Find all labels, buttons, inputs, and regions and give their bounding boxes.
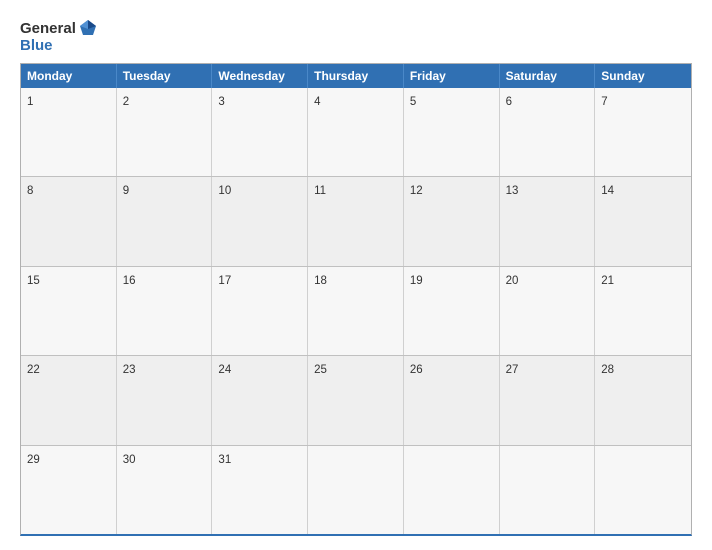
day-number: 7 [601,96,607,108]
day-number: 16 [123,275,136,287]
day-cell-24: 24 [212,356,308,444]
day-number: 26 [410,364,423,376]
header-day-monday: Monday [21,64,117,88]
day-cell-21: 21 [595,267,691,355]
logo-blue-text: Blue [20,38,53,53]
day-cell-3: 3 [212,88,308,176]
day-number: 3 [218,96,224,108]
day-cell-28: 28 [595,356,691,444]
day-cell-17: 17 [212,267,308,355]
day-number: 2 [123,96,129,108]
day-number: 30 [123,454,136,466]
day-number: 18 [314,275,327,287]
calendar-grid: MondayTuesdayWednesdayThursdayFridaySatu… [20,63,692,536]
empty-cell [308,446,404,534]
day-cell-1: 1 [21,88,117,176]
day-cell-12: 12 [404,177,500,265]
logo-general-text: General [20,21,76,36]
calendar-header: MondayTuesdayWednesdayThursdayFridaySatu… [21,64,691,88]
day-number: 10 [218,185,231,197]
day-number: 17 [218,275,231,287]
day-cell-7: 7 [595,88,691,176]
day-cell-8: 8 [21,177,117,265]
day-number: 14 [601,185,614,197]
day-cell-14: 14 [595,177,691,265]
day-number: 22 [27,364,40,376]
day-cell-25: 25 [308,356,404,444]
day-cell-30: 30 [117,446,213,534]
day-cell-27: 27 [500,356,596,444]
day-number: 1 [27,96,33,108]
day-cell-6: 6 [500,88,596,176]
day-number: 29 [27,454,40,466]
day-cell-18: 18 [308,267,404,355]
calendar-week-4: 22 23 24 25 26 27 28 [21,355,691,444]
day-cell-22: 22 [21,356,117,444]
page-header: General Blue [20,18,692,53]
calendar-week-5: 29 30 31 [21,445,691,534]
header-day-wednesday: Wednesday [212,64,308,88]
day-number: 23 [123,364,136,376]
day-cell-16: 16 [117,267,213,355]
day-cell-2: 2 [117,88,213,176]
day-cell-29: 29 [21,446,117,534]
day-cell-9: 9 [117,177,213,265]
header-day-saturday: Saturday [500,64,596,88]
calendar-page: General Blue MondayTuesdayWednesdayThurs… [0,0,712,550]
day-number: 5 [410,96,416,108]
day-number: 31 [218,454,231,466]
day-number: 11 [314,185,326,197]
day-cell-5: 5 [404,88,500,176]
empty-cell [404,446,500,534]
empty-cell [595,446,691,534]
day-cell-26: 26 [404,356,500,444]
header-day-thursday: Thursday [308,64,404,88]
day-cell-15: 15 [21,267,117,355]
day-cell-31: 31 [212,446,308,534]
day-cell-23: 23 [117,356,213,444]
calendar-week-3: 15 16 17 18 19 20 21 [21,266,691,355]
day-cell-4: 4 [308,88,404,176]
day-number: 28 [601,364,614,376]
day-number: 19 [410,275,423,287]
calendar-week-2: 8 9 10 11 12 13 14 [21,176,691,265]
day-cell-11: 11 [308,177,404,265]
day-number: 4 [314,96,320,108]
header-day-sunday: Sunday [595,64,691,88]
day-number: 13 [506,185,519,197]
day-number: 20 [506,275,519,287]
day-cell-19: 19 [404,267,500,355]
day-number: 8 [27,185,33,197]
logo: General Blue [20,18,98,53]
day-number: 25 [314,364,327,376]
logo-flag-icon [78,18,98,38]
header-day-tuesday: Tuesday [117,64,213,88]
day-number: 12 [410,185,423,197]
day-number: 6 [506,96,512,108]
day-number: 15 [27,275,40,287]
header-day-friday: Friday [404,64,500,88]
day-cell-13: 13 [500,177,596,265]
calendar-week-1: 1 2 3 4 5 6 7 [21,88,691,176]
day-number: 9 [123,185,129,197]
day-number: 24 [218,364,231,376]
empty-cell [500,446,596,534]
day-number: 21 [601,275,614,287]
calendar-body: 1234567891011121314151617181920212223242… [21,88,691,534]
day-cell-10: 10 [212,177,308,265]
day-number: 27 [506,364,519,376]
day-cell-20: 20 [500,267,596,355]
